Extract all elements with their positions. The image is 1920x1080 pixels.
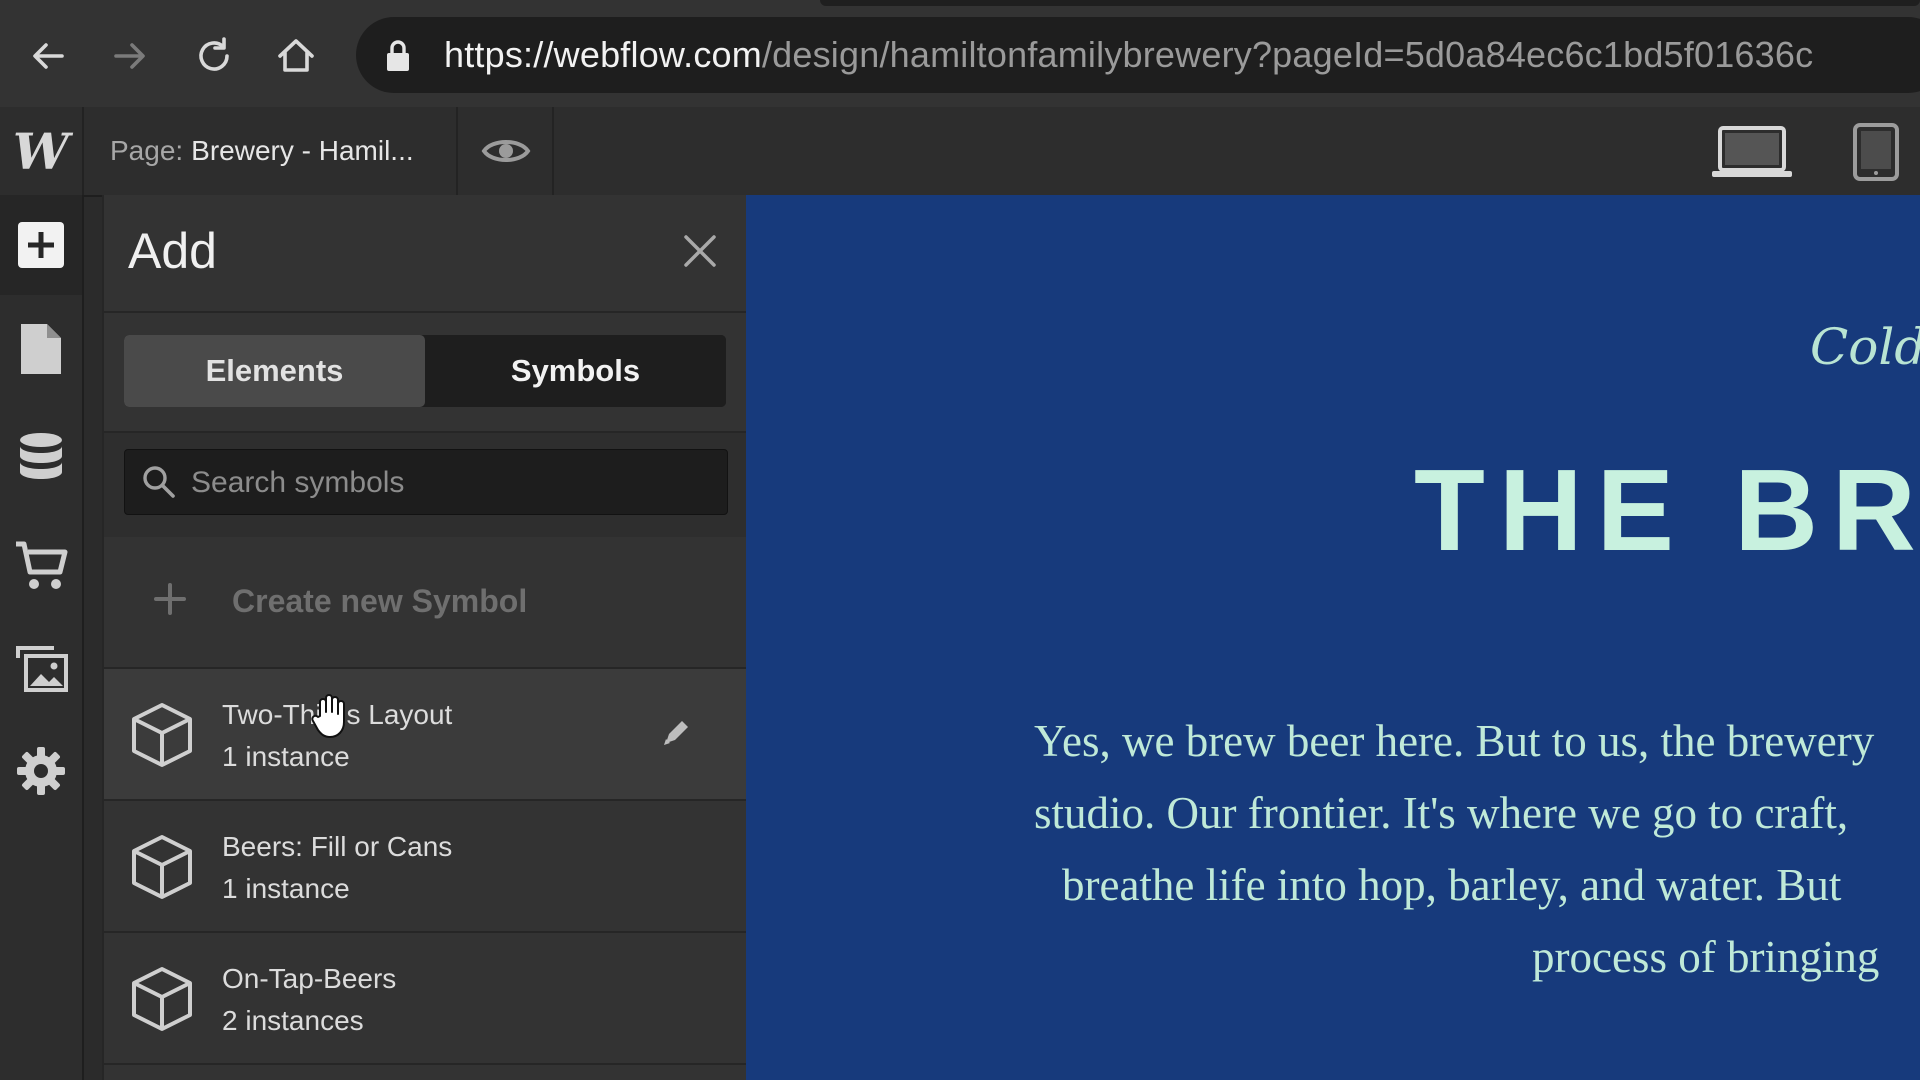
home-button[interactable]: [268, 28, 324, 84]
panel-title: Add: [128, 223, 217, 279]
page-name: Brewery - Hamil...: [191, 135, 414, 166]
design-canvas[interactable]: Cold B THE BR Yes, we brew beer here. Bu…: [746, 195, 1920, 1080]
divider: [104, 311, 746, 313]
database-icon: [20, 433, 62, 479]
page-icon: [21, 324, 61, 374]
arrow-left-icon: [33, 43, 64, 69]
cms-button[interactable]: [0, 409, 82, 509]
tab-elements[interactable]: Elements: [124, 335, 425, 407]
arrow-right-icon: [114, 43, 145, 69]
home-icon: [278, 39, 314, 72]
browser-toolbar: https://webflow.com/design/hamiltonfamil…: [0, 0, 1920, 107]
webflow-logo[interactable]: W: [0, 107, 84, 195]
tablet-icon: [1853, 123, 1899, 181]
cube-icon: [132, 967, 192, 1031]
symbol-instance-count: 1 instance: [222, 741, 350, 772]
create-symbol-label: Create new Symbol: [232, 583, 528, 619]
cube-icon: [132, 835, 192, 899]
reload-button[interactable]: [186, 28, 242, 84]
reload-icon: [199, 37, 229, 71]
gear-icon: [17, 747, 65, 795]
body-line: studio. Our frontier. It's where we go t…: [1034, 788, 1849, 838]
symbol-instance-count: 2 instances: [222, 1005, 364, 1036]
search-symbols-input[interactable]: [189, 458, 713, 508]
laptop-icon: [1712, 126, 1792, 177]
pages-button[interactable]: [0, 299, 82, 399]
designer-toolbar: W Page: Brewery - Hamil...: [0, 107, 1920, 197]
tablet-view-button[interactable]: [1846, 119, 1906, 185]
pencil-icon[interactable]: [660, 717, 692, 749]
ecommerce-button[interactable]: [0, 515, 82, 615]
symbol-name: On-Tap-Beers: [222, 963, 397, 994]
address-bar[interactable]: https://webflow.com/design/hamiltonfamil…: [356, 17, 1920, 93]
url-host: https://webflow.com: [444, 34, 762, 75]
forward-button[interactable]: [102, 28, 158, 84]
tab-strip: [820, 0, 1920, 6]
add-panel: Add Elements Symbols Create new Symbol T…: [102, 195, 748, 1080]
cart-icon: [16, 541, 68, 589]
settings-button[interactable]: [0, 721, 82, 821]
desktop-view-button[interactable]: [1710, 119, 1794, 185]
close-panel-button[interactable]: [678, 229, 722, 273]
search-box: [124, 449, 728, 515]
body-line: Yes, we brew beer here. But to us, the b…: [1034, 716, 1875, 766]
url-text: https://webflow.com/design/hamiltonfamil…: [444, 31, 1813, 79]
back-button[interactable]: [20, 28, 76, 84]
body-line: process of bringing: [1532, 932, 1880, 982]
symbol-instance-count: 1 instance: [222, 873, 350, 904]
add-panel-button[interactable]: [0, 195, 82, 295]
page-label: Page:: [110, 135, 184, 166]
page-selector[interactable]: Page: Brewery - Hamil...: [110, 131, 414, 171]
tab-symbols[interactable]: Symbols: [425, 335, 726, 407]
assets-button[interactable]: [0, 619, 82, 719]
toolbar-divider: [456, 107, 458, 195]
symbol-name: Two-Thirds Layout: [222, 699, 453, 730]
search-icon: [143, 466, 175, 498]
body-line: breathe life into hop, barley, and water…: [1062, 860, 1842, 910]
toolbar-divider: [552, 107, 554, 195]
symbol-name: Beers: Fill or Cans: [222, 831, 453, 862]
divider: [104, 1063, 746, 1065]
preview-button[interactable]: [478, 129, 534, 173]
symbol-item[interactable]: Two-Thirds Layout 1 instance: [104, 667, 746, 799]
url-path: /design/hamiltonfamilybrewery?pageId=5d0…: [761, 34, 1814, 75]
close-icon: [684, 235, 716, 267]
create-symbol-button[interactable]: Create new Symbol: [104, 537, 746, 665]
hero-headline: THE BR: [1414, 445, 1920, 575]
left-icon-rail: [0, 195, 84, 1080]
hero-tagline: Cold B: [1810, 318, 1920, 376]
plus-icon: [154, 583, 186, 615]
eye-icon: [481, 140, 531, 162]
search-section: [104, 431, 746, 539]
symbol-item[interactable]: Beers: Fill or Cans 1 instance: [104, 799, 746, 931]
symbol-item[interactable]: On-Tap-Beers 2 instances: [104, 931, 746, 1063]
panel-tabs: Elements Symbols: [124, 335, 726, 407]
plus-icon: [18, 222, 64, 268]
lock-icon: [387, 40, 409, 71]
image-stack-icon: [16, 646, 68, 692]
cube-icon: [132, 703, 192, 767]
